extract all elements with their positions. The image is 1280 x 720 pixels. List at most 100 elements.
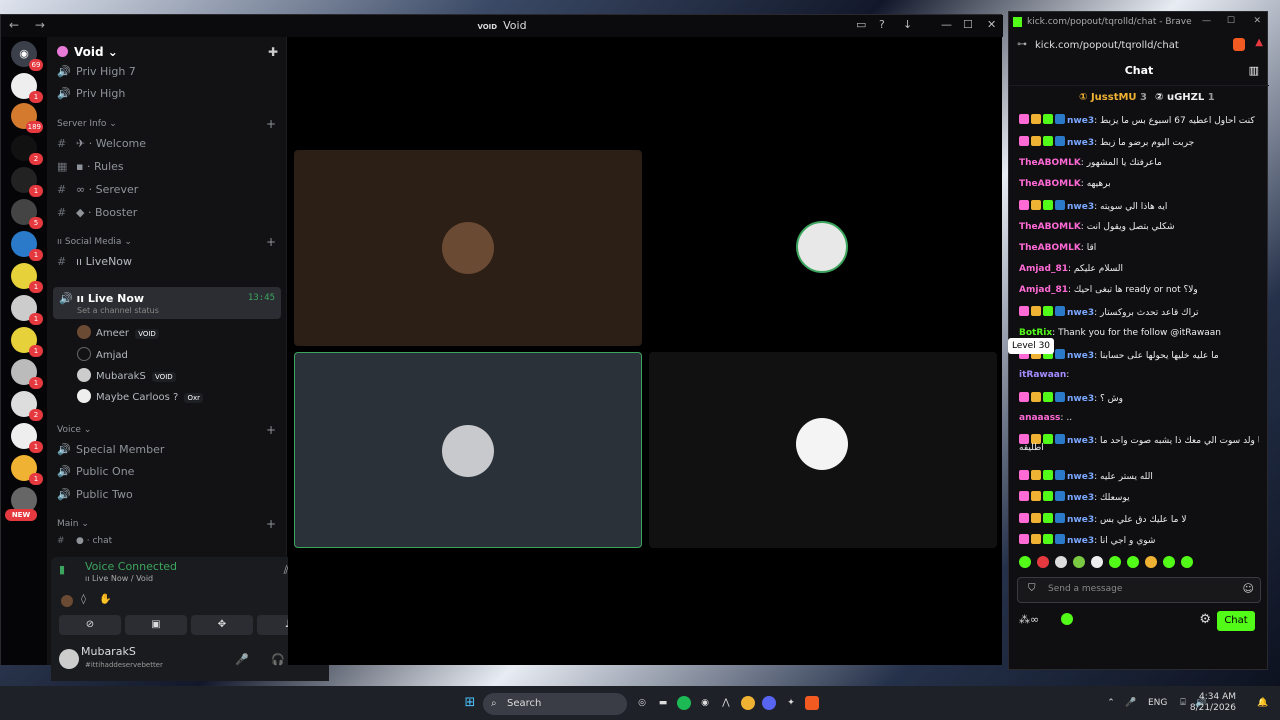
voice-channel[interactable]: 🔊 Special Member <box>57 443 164 456</box>
chat-message[interactable]: nwe3: لا ما عليك دق علي بس <box>1019 513 1259 525</box>
category-main[interactable]: Main ⌄ <box>57 519 89 529</box>
server-icon[interactable]: NEW <box>5 487 37 521</box>
user-name[interactable]: MubarakS <box>81 645 136 658</box>
channel-item[interactable]: 🔊 Priv High <box>57 87 125 100</box>
emote-icon[interactable] <box>1127 556 1139 568</box>
voice-channel-live-now[interactable]: 🔊 ıı Live Now Set a channel status 13:45 <box>53 287 281 319</box>
add-channel-icon[interactable]: + <box>266 517 276 531</box>
emote-icon[interactable] <box>1145 556 1157 568</box>
server-icon[interactable]: 1 <box>11 359 43 389</box>
chat-message[interactable]: BotRix: Thank you for the follow @itRawa… <box>1019 328 1259 338</box>
chat-username[interactable]: TheABOMLK <box>1019 222 1081 232</box>
channel-livenow[interactable]: # ıı LiveNow <box>57 255 132 268</box>
participant-avatar[interactable] <box>61 595 73 607</box>
chat-message[interactable]: TheABOMLK: شكلي بتصل ويقول انت <box>1019 222 1259 232</box>
participant-tile[interactable] <box>649 150 997 346</box>
mic-icon[interactable]: 🎤 <box>235 653 249 666</box>
channel-welcome[interactable]: # ✈ · Welcome <box>57 137 146 150</box>
server-icon[interactable]: 1 <box>11 295 43 325</box>
voice-channel[interactable]: 🔊 Public One <box>57 465 134 478</box>
voice-member[interactable]: Maybe Carloos ? Oxr <box>77 389 204 403</box>
chat-message[interactable]: TheABOMLK: اقا <box>1019 243 1259 253</box>
channel-rules[interactable]: ▦ ▪ · Rules <box>57 160 124 173</box>
voice-member[interactable]: MubarakS VOID <box>77 368 176 382</box>
activities-button[interactable]: ✥ <box>191 615 253 635</box>
chat-username[interactable]: TheABOMLK <box>1019 158 1081 168</box>
mic-icon[interactable]: 🎤 <box>1124 696 1138 710</box>
server-icon[interactable]: 2 <box>11 135 43 165</box>
chat-message[interactable]: nwe3: وش ؟ <box>1019 392 1259 404</box>
voice-location[interactable]: ıı Live Now / Void <box>85 574 153 583</box>
server-icon[interactable]: 1 <box>11 455 43 485</box>
chat-username[interactable]: Amjad_81 <box>1019 264 1068 274</box>
channel-booster[interactable]: # ◆ · Booster <box>57 206 137 219</box>
add-channel-icon[interactable]: + <box>266 423 276 437</box>
server-icon[interactable]: 1 <box>11 327 43 357</box>
chat-message[interactable]: nwe3: ايه هاذا الي سويته <box>1019 200 1259 212</box>
participant-tile-speaking[interactable] <box>294 352 642 548</box>
emote-icon[interactable] <box>1073 556 1085 568</box>
server-icon[interactable]: 5 <box>11 199 43 229</box>
close-icon[interactable]: ✕ <box>987 18 996 31</box>
language-indicator[interactable]: ENG <box>1148 698 1167 708</box>
voice-member[interactable]: Ameer VOID <box>77 325 159 339</box>
discord-icon[interactable] <box>762 696 776 710</box>
server-icon[interactable]: 189 <box>11 103 43 133</box>
add-channel-icon[interactable]: + <box>266 235 276 249</box>
chat-username[interactable]: nwe3 <box>1067 116 1094 126</box>
top-gifter[interactable]: ① JusstMU 3 <box>1079 92 1147 103</box>
server-icon[interactable]: 2 <box>11 391 43 421</box>
voice-member[interactable]: Amjad <box>77 347 128 361</box>
chat-username[interactable]: BotRix <box>1019 328 1052 338</box>
chat-username[interactable]: nwe3 <box>1067 536 1094 546</box>
app-icon[interactable]: ✦ <box>784 696 798 710</box>
task-view-icon[interactable]: ◎ <box>635 696 649 710</box>
chat-username[interactable]: nwe3 <box>1067 138 1094 148</box>
help-icon[interactable]: ? <box>879 18 885 31</box>
message-input[interactable]: ⛉ Send a message ☺ <box>1017 577 1261 603</box>
chat-message[interactable]: nwe3: شوي و اجي انا <box>1019 534 1259 546</box>
spotify-icon[interactable] <box>677 696 691 710</box>
chat-message[interactable]: TheABOMLK: ماعرفتك يا المشهور <box>1019 158 1259 168</box>
settings-icon[interactable]: ⚙ <box>1199 612 1211 627</box>
clock[interactable]: 4:34 AM 8/21/2026 <box>1190 692 1236 714</box>
emoji-icon[interactable]: ☺ <box>1243 582 1254 595</box>
chat-message[interactable]: nwe3: ما عليه خليها يحولها على حسابنا <box>1019 349 1259 361</box>
screen-share-button[interactable]: ▣ <box>125 615 187 635</box>
brave-rewards-icon[interactable]: ▲ <box>1255 37 1263 48</box>
channel-item[interactable]: 🔊 Priv High 7 <box>57 65 136 78</box>
app-icon[interactable]: ▬ <box>656 696 670 710</box>
chat-message[interactable]: nwe3: الله يستر عليه <box>1019 470 1259 482</box>
taskbar-search[interactable]: ⌕ Search <box>483 693 627 715</box>
chat-message[interactable]: Amjad_81: ها تبغى احيك ready or not ولا؟ <box>1019 285 1259 295</box>
windows-start-icon[interactable]: ⊞ <box>463 696 477 710</box>
emote-icon[interactable] <box>1163 556 1175 568</box>
chat-message[interactable]: anaaass: .. <box>1019 413 1259 423</box>
emote-icon[interactable] <box>1181 556 1193 568</box>
participant-tile[interactable] <box>294 150 642 346</box>
chat-username[interactable]: nwe3 <box>1067 515 1094 525</box>
direct-messages-icon[interactable]: ◉ 69 <box>11 41 43 71</box>
category-server-info[interactable]: Server Info ⌄ <box>57 119 117 129</box>
chat-username[interactable]: nwe3 <box>1067 308 1094 318</box>
emote-icon[interactable] <box>1091 556 1103 568</box>
chevron-up-icon[interactable]: ⌃ <box>1104 696 1118 710</box>
participant-avatar[interactable]: ✋ <box>99 594 111 605</box>
app-icon[interactable]: ⋀ <box>719 696 733 710</box>
brave-shields-icon[interactable] <box>1233 38 1245 51</box>
server-icon[interactable]: 1 <box>11 167 43 197</box>
chat-username[interactable]: nwe3 <box>1067 394 1094 404</box>
chat-send-button[interactable]: Chat <box>1217 611 1255 631</box>
server-name[interactable]: Void ⌄ <box>57 45 118 59</box>
site-info-icon[interactable]: ⊶ <box>1017 39 1027 50</box>
maximize-icon[interactable]: ☐ <box>1227 16 1235 26</box>
avatar[interactable] <box>59 649 79 669</box>
server-icon[interactable]: 1 <box>11 231 43 261</box>
voice-channel[interactable]: 🔊 Public Two <box>57 488 133 501</box>
inbox-icon[interactable]: ▭ <box>856 18 866 31</box>
leaderboard-icon[interactable]: ▥ <box>1249 58 1259 84</box>
network-icon[interactable]: ⌸ <box>1176 696 1190 710</box>
chat-message[interactable]: nwe3: تراك قاعد تحدث بروكستار <box>1019 306 1259 318</box>
chat-username[interactable]: nwe3 <box>1067 472 1094 482</box>
chat-message[interactable]: nwe3: كنت احاول اعطيه 67 اسبوع بس ما يزب… <box>1019 114 1259 126</box>
